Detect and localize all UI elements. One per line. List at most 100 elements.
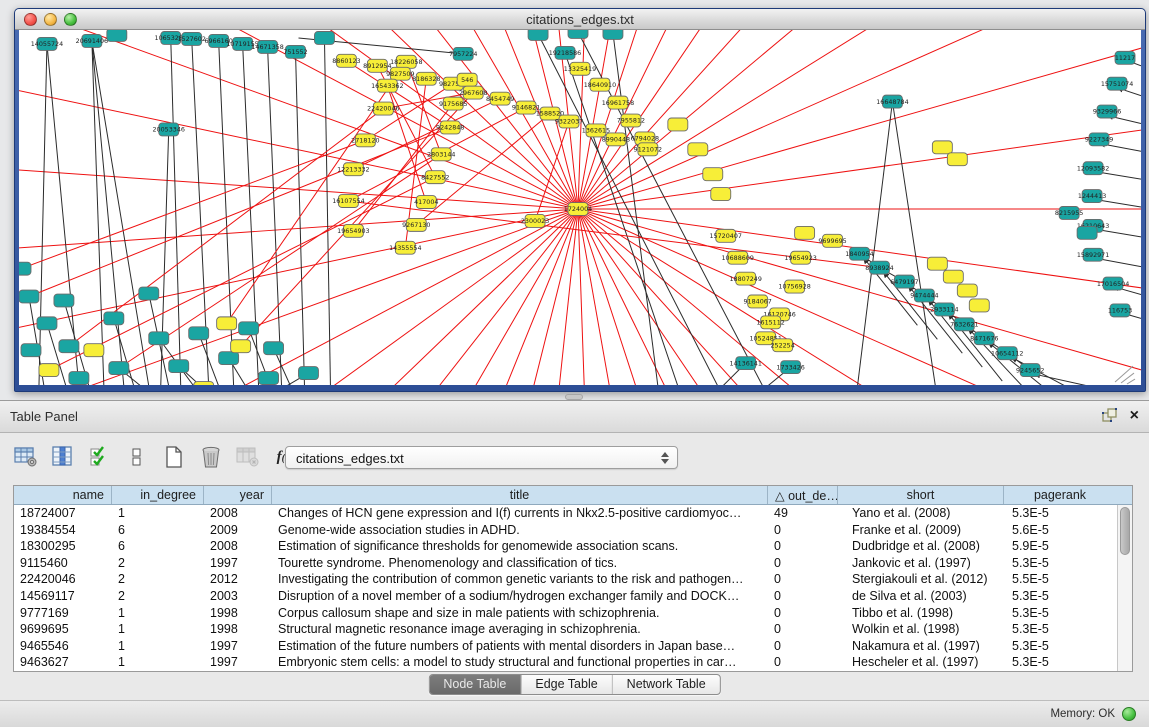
table-row[interactable]: 1872400712008Changes of HCN gene express… — [14, 505, 1117, 522]
graph-node-label: 8186328 — [412, 75, 440, 83]
graph-node[interactable] — [603, 30, 623, 39]
graph-node[interactable] — [969, 299, 989, 312]
table-cell: 9115460 — [14, 555, 112, 572]
graph-node-label: 7632621 — [950, 321, 978, 329]
graph-node-label: 7955812 — [617, 117, 645, 125]
graph-node[interactable] — [703, 168, 723, 181]
select-rows-icon[interactable] — [86, 444, 114, 470]
graph-node[interactable] — [711, 188, 731, 201]
graph-node[interactable] — [21, 344, 41, 357]
graph-node[interactable] — [39, 364, 59, 377]
graph-node[interactable] — [1077, 226, 1097, 239]
column-header-name[interactable]: name — [14, 486, 112, 504]
table-vertical-scrollbar[interactable] — [1117, 505, 1132, 671]
table-cell: 19384554 — [14, 522, 112, 539]
delete-table-icon[interactable] — [197, 444, 225, 470]
graph-node[interactable] — [217, 317, 237, 330]
new-table-icon[interactable] — [160, 444, 188, 470]
table-row[interactable]: 1456911722003Disruption of a novel membe… — [14, 588, 1117, 605]
graph-node-label: 18807249 — [729, 275, 761, 283]
graph-node[interactable] — [668, 118, 688, 131]
table-cell: Embryonic stem cells: a model to study s… — [272, 654, 768, 671]
graph-node[interactable] — [688, 143, 708, 156]
column-header-short[interactable]: short — [838, 486, 1004, 504]
modify-table-icon[interactable] — [12, 444, 40, 470]
table-cell: 0 — [768, 522, 838, 539]
graph-node[interactable] — [84, 344, 104, 357]
graph-node[interactable] — [189, 327, 209, 340]
graph-node[interactable] — [947, 153, 967, 166]
graph-node[interactable] — [107, 30, 127, 41]
row-height-icon[interactable] — [123, 444, 151, 470]
table-panel-title: Table Panel — [10, 409, 78, 424]
close-panel-icon[interactable]: × — [1130, 408, 1139, 424]
tab-network-table[interactable]: Network Table — [613, 675, 720, 694]
graph-node-label: 2300023 — [521, 217, 549, 225]
graph-node[interactable] — [528, 30, 548, 40]
graph-node[interactable] — [264, 342, 284, 355]
graph-node-label: 2967608 — [459, 89, 487, 97]
graph-node-label: 252254 — [770, 341, 794, 349]
graph-node[interactable] — [314, 31, 334, 44]
table-cell: Changes of HCN gene expression and I(f) … — [272, 505, 768, 522]
scrollbar-thumb[interactable] — [1120, 507, 1130, 555]
table-cell: 0 — [768, 621, 838, 638]
graph-node[interactable] — [957, 284, 977, 297]
table-cell: 2008 — [204, 538, 272, 555]
column-header-year[interactable]: year — [204, 486, 272, 504]
network-canvas[interactable]: 1405572420691406106532871527602696616010… — [19, 30, 1141, 385]
graph-node[interactable] — [19, 290, 39, 303]
graph-node[interactable] — [59, 340, 79, 353]
table-row[interactable]: 2242004622012Investigating the contribut… — [14, 571, 1117, 588]
graph-node[interactable] — [932, 141, 952, 154]
tab-node-table[interactable]: Node Table — [429, 675, 521, 694]
table-selector-dropdown[interactable]: citations_edges.txt — [285, 446, 678, 469]
graph-node[interactable] — [139, 287, 159, 300]
table-row[interactable]: 1830029562008Estimation of significance … — [14, 538, 1117, 555]
float-panel-icon[interactable] — [1101, 407, 1118, 424]
graph-node-label: 8860123 — [332, 57, 360, 65]
column-header-out-de-[interactable]: △ out_de… — [768, 486, 838, 504]
table-row[interactable]: 969969511998Structural magnetic resonanc… — [14, 621, 1117, 638]
graph-node[interactable] — [795, 226, 815, 239]
graph-node[interactable] — [927, 257, 947, 270]
graph-node[interactable] — [259, 372, 279, 385]
graph-node[interactable] — [169, 360, 189, 373]
graph-node[interactable] — [568, 30, 588, 38]
select-columns-icon[interactable] — [49, 444, 77, 470]
graph-node-label: 546 — [461, 76, 473, 84]
table-cell: 5.3E-5 — [1004, 605, 1116, 622]
table-cell: Structural magnetic resonance image aver… — [272, 621, 768, 638]
graph-node[interactable] — [231, 340, 251, 353]
table-cell: Hescheler et al. (1997) — [838, 654, 1004, 671]
graph-node[interactable] — [54, 294, 74, 307]
graph-node[interactable] — [19, 262, 31, 275]
graph-node-label: 9245652 — [1016, 366, 1044, 374]
table-row[interactable]: 946554611997Estimation of the future num… — [14, 638, 1117, 655]
citation-network-graph: 1405572420691406106532871527602696616010… — [19, 30, 1141, 385]
graph-node[interactable] — [149, 332, 169, 345]
table-row[interactable]: 911546021997Tourette syndrome. Phenomeno… — [14, 555, 1117, 572]
graph-node[interactable] — [239, 322, 259, 335]
tab-edge-table[interactable]: Edge Table — [521, 675, 612, 694]
graph-node[interactable] — [219, 352, 239, 365]
table-row[interactable]: 946362711997Embryonic stem cells: a mode… — [14, 654, 1117, 671]
table-row[interactable]: 977716911998Corpus callosum shape and si… — [14, 605, 1117, 622]
graph-node[interactable] — [109, 362, 129, 375]
graph-node[interactable] — [299, 367, 319, 380]
graph-node[interactable] — [69, 372, 89, 385]
table-cell: 0 — [768, 555, 838, 572]
table-cell: 2012 — [204, 571, 272, 588]
table-cell: 5.3E-5 — [1004, 638, 1116, 655]
column-header-in-degree[interactable]: in_degree — [112, 486, 204, 504]
graph-node[interactable] — [104, 312, 124, 325]
window-titlebar[interactable]: citations_edges.txt — [15, 9, 1145, 30]
table-row[interactable]: 1938455462009Genome-wide association stu… — [14, 522, 1117, 539]
graph-node[interactable] — [943, 270, 963, 283]
graph-node[interactable] — [37, 317, 57, 330]
column-header-pagerank[interactable]: pagerank — [1004, 486, 1116, 504]
graph-node-label: 8990448 — [602, 136, 630, 144]
graph-node[interactable] — [194, 382, 214, 385]
table-cell: Estimation of the future numbers of pati… — [272, 638, 768, 655]
column-header-title[interactable]: title — [272, 486, 768, 504]
